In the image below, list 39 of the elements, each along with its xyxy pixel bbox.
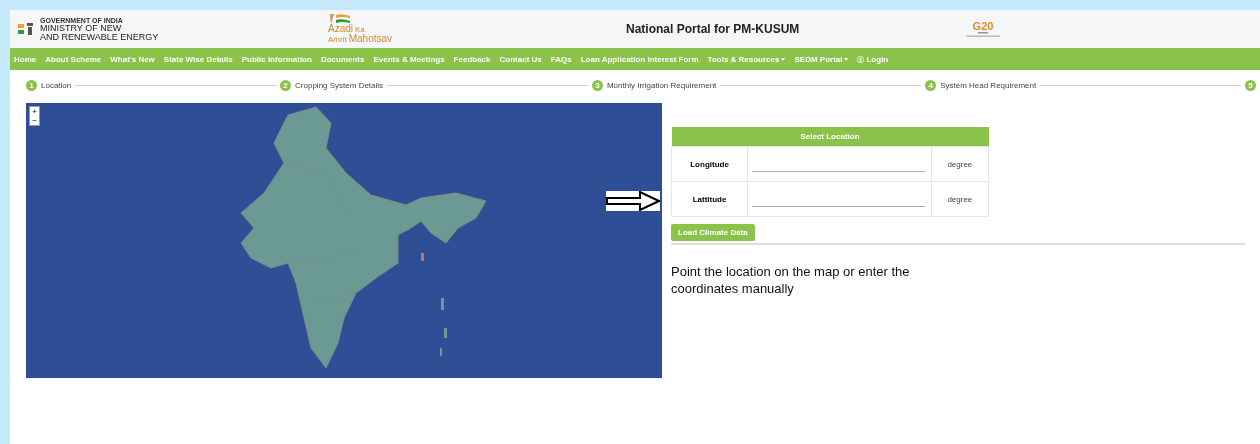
nav-link[interactable]: What's New (110, 54, 155, 64)
nav-link[interactable]: Public Information (241, 54, 312, 64)
step-number: 5 (1245, 79, 1256, 91)
nav-link[interactable]: Home (14, 54, 37, 64)
nav-dropdown[interactable]: SEDM Portal (794, 54, 849, 64)
nav-link[interactable]: About Scheme (45, 54, 102, 64)
nav-link[interactable]: Events & Meetings (373, 54, 445, 64)
ministry-name: MINISTRY OF NEW (40, 23, 122, 33)
nav-link[interactable]: FAQs (550, 54, 572, 64)
logo-text: Ka (355, 26, 365, 34)
step-label: Monthly Irrigation Requirement (606, 80, 717, 90)
nav-link[interactable]: Loan Application Interest Form (580, 54, 699, 64)
step-number: 4 (925, 79, 937, 91)
table-cell: degree (931, 181, 989, 217)
logo-text: Mahotsav (348, 34, 393, 44)
ministry-name: AND RENEWABLE ENERGY (40, 32, 159, 42)
nav-link[interactable]: State Wise Details (163, 54, 233, 64)
instruction-text: Point the location on the map or enter the coordinates manually (671, 263, 911, 297)
table-cell: degree (931, 146, 989, 182)
login-link[interactable]: Login (857, 54, 889, 64)
load-data-button[interactable]: Load Climate Data (671, 224, 755, 241)
portal-title: National Portal for PM-KUSUM (626, 22, 801, 36)
nav-link[interactable]: Documents (320, 54, 365, 64)
table-cell: Longitude (671, 146, 748, 182)
logo-text: Azadi (328, 24, 353, 34)
step-number: 3 (591, 79, 603, 91)
step-number: 1 (26, 79, 37, 91)
nav-link[interactable]: Contact Us (499, 54, 542, 64)
table-cell: Lattitude (671, 181, 748, 217)
step-label: Location (41, 80, 72, 90)
step-label: System Head Requirement (940, 80, 1037, 90)
step-number: 2 (280, 79, 292, 91)
table-header: Select Location (671, 127, 989, 147)
zoom-in-button[interactable]: + (30, 107, 39, 116)
nav-link[interactable]: Feedback (453, 54, 491, 64)
g20-logo: G20 (972, 20, 994, 32)
step-label: Cropping System Details (295, 80, 384, 90)
nav-dropdown[interactable]: Tools & Resources (707, 54, 786, 64)
logo-text: Amrit (328, 36, 347, 44)
